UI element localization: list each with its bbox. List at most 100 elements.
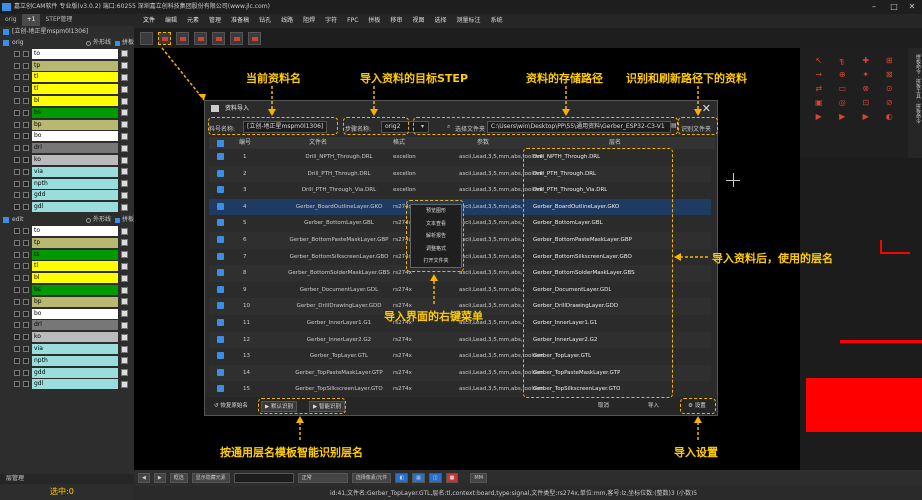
panel-icon[interactable]: [230, 31, 243, 45]
layer-color-swatch[interactable]: [121, 168, 128, 176]
layer-color-swatch[interactable]: [121, 50, 128, 58]
layer-group-header[interactable]: orig 外形线 拼板: [0, 38, 134, 48]
tab-add[interactable]: +1: [21, 14, 41, 26]
export-icon[interactable]: [176, 31, 189, 45]
slash-circle-icon[interactable]: ⊘: [881, 98, 899, 108]
layer-row[interactable]: via: [0, 166, 134, 178]
menu-item[interactable]: FPC: [342, 14, 363, 28]
filter-select[interactable]: 框选: [169, 473, 188, 483]
layer-color-swatch[interactable]: [121, 357, 128, 365]
close-icon[interactable]: ✕: [902, 0, 922, 14]
layer-visible-checkbox[interactable]: [14, 239, 20, 246]
layer-visible-checkbox[interactable]: [14, 86, 20, 93]
layer-visible-checkbox[interactable]: [14, 121, 20, 128]
layer-affect-checkbox[interactable]: [23, 334, 29, 341]
layer-affect-checkbox[interactable]: [23, 322, 29, 329]
layer-affect-checkbox[interactable]: [23, 168, 29, 175]
layer-row[interactable]: via: [0, 343, 134, 355]
ring-icon[interactable]: ◎: [834, 98, 852, 108]
layer-row[interactable]: drl: [0, 320, 134, 332]
layer-color-swatch[interactable]: [121, 369, 128, 377]
menu-item[interactable]: 线路: [276, 14, 298, 28]
show-hidden-button[interactable]: 显示隐藏元素: [191, 473, 230, 483]
save-icon[interactable]: [140, 31, 153, 45]
layer-visible-checkbox[interactable]: [14, 192, 20, 199]
layer-color-swatch[interactable]: [121, 286, 128, 294]
layer-row[interactable]: tl: [0, 261, 134, 273]
layer-affect-checkbox[interactable]: [23, 287, 29, 294]
dialog-close-icon[interactable]: ✕: [702, 102, 711, 115]
layer-color-swatch[interactable]: [121, 345, 128, 353]
rect-icon[interactable]: ▭: [834, 84, 852, 94]
layer-row[interactable]: bl: [0, 272, 134, 284]
layer-affect-checkbox[interactable]: [23, 86, 29, 93]
layer-color-swatch[interactable]: [121, 380, 128, 388]
layer-affect-checkbox[interactable]: [23, 121, 29, 128]
layer-color-swatch[interactable]: [121, 191, 128, 199]
layer-color-swatch[interactable]: [121, 144, 128, 152]
restore-name-button[interactable]: ↺ 恢复原始名: [211, 401, 251, 412]
cancel-button[interactable]: 取消: [595, 401, 612, 412]
layer-row[interactable]: tl: [0, 83, 134, 95]
layer-color-swatch[interactable]: [121, 132, 128, 140]
layer-visible-checkbox[interactable]: [14, 50, 20, 57]
layer-affect-checkbox[interactable]: [23, 98, 29, 105]
row-checkbox[interactable]: [217, 169, 224, 177]
next-icon[interactable]: ▶: [153, 473, 166, 483]
layer-row[interactable]: gdd: [0, 190, 134, 202]
layer-row[interactable]: npth: [0, 355, 134, 367]
layer-visible-checkbox[interactable]: [14, 369, 20, 376]
layer-visible-checkbox[interactable]: [14, 357, 20, 364]
layer-row[interactable]: drl: [0, 142, 134, 154]
tab-layer-manage[interactable]: 层管理: [0, 474, 134, 484]
layer-row[interactable]: to: [0, 48, 134, 60]
layer-affect-checkbox[interactable]: [23, 357, 29, 364]
layer-color-swatch[interactable]: [121, 203, 128, 211]
layer-visible-checkbox[interactable]: [14, 168, 20, 175]
row-checkbox[interactable]: [217, 186, 224, 194]
tab-step-manage[interactable]: STEP管理: [40, 14, 77, 26]
layer-color-swatch[interactable]: [121, 239, 128, 247]
layer-row[interactable]: tp: [0, 237, 134, 249]
layer-affect-checkbox[interactable]: [23, 369, 29, 376]
layer-visible-checkbox[interactable]: [14, 98, 20, 105]
outline-option[interactable]: 外形线: [85, 215, 111, 225]
move-icon[interactable]: ↖: [810, 56, 828, 66]
layer-visible-checkbox[interactable]: [14, 298, 20, 305]
import-icon[interactable]: [158, 31, 171, 45]
layer-visible-checkbox[interactable]: [14, 145, 20, 152]
cross-box-icon[interactable]: ⊠: [881, 70, 899, 80]
maximize-icon[interactable]: □: [884, 0, 904, 14]
outline-option[interactable]: 外形线: [85, 38, 111, 48]
menu-item[interactable]: 系统: [485, 14, 507, 28]
layer-visible-checkbox[interactable]: [14, 287, 20, 294]
layer-row[interactable]: gdl: [0, 379, 134, 391]
layer-color-swatch[interactable]: [121, 262, 128, 270]
layer-row[interactable]: bs: [0, 107, 134, 119]
play-icon[interactable]: ▶: [857, 112, 875, 122]
layer-visible-checkbox[interactable]: [14, 275, 20, 282]
layer-visible-checkbox[interactable]: [14, 310, 20, 317]
layer-color-swatch[interactable]: [121, 310, 128, 318]
select-all-button[interactable]: 选择像素/元件: [351, 473, 392, 483]
menu-item[interactable]: 拼板: [363, 14, 385, 28]
row-checkbox[interactable]: [217, 385, 224, 393]
corner-icon[interactable]: ╗: [834, 56, 852, 66]
layer-visible-checkbox[interactable]: [14, 109, 20, 116]
grid-icon[interactable]: ⊞: [881, 56, 899, 66]
layer-visible-checkbox[interactable]: [14, 263, 20, 270]
layer-visible-checkbox[interactable]: [14, 62, 20, 69]
layer-visible-checkbox[interactable]: [14, 322, 20, 329]
row-checkbox[interactable]: [217, 319, 224, 326]
layer-affect-checkbox[interactable]: [23, 180, 29, 187]
layer-visible-checkbox[interactable]: [14, 381, 20, 388]
layer-color-swatch[interactable]: [121, 62, 128, 70]
layer-visible-checkbox[interactable]: [14, 334, 20, 341]
layer-affect-checkbox[interactable]: [23, 133, 29, 140]
layer-affect-checkbox[interactable]: [23, 239, 29, 246]
layer-row[interactable]: to: [0, 225, 134, 237]
layer-row[interactable]: gdl: [0, 201, 134, 213]
menu-item[interactable]: 准备稿: [226, 14, 254, 28]
target-icon[interactable]: ⊙: [881, 84, 899, 94]
layer-affect-checkbox[interactable]: [23, 109, 29, 116]
